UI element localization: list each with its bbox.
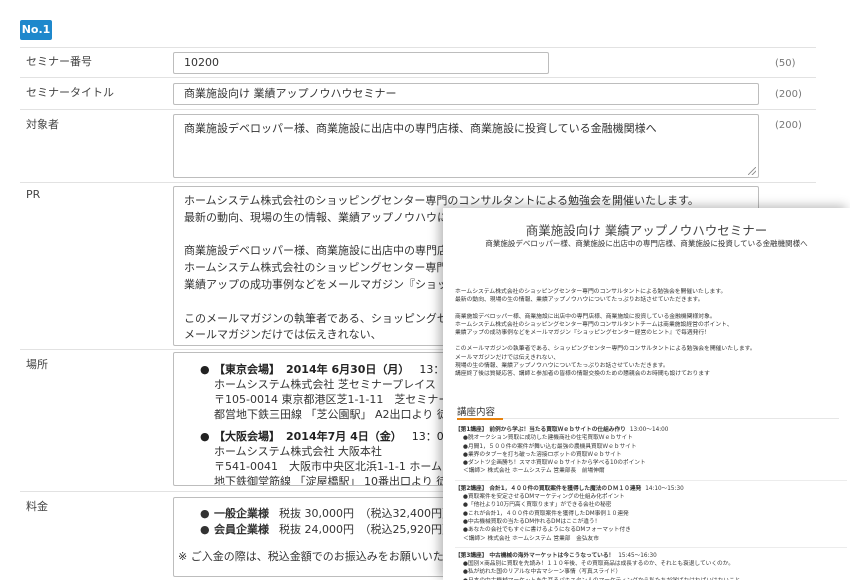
venue-date: 2014年 6月30日（月） <box>286 363 410 376</box>
lecture-bullet: ●これが合計1，４００件の買取案件を獲得したDM事例１０連発 <box>463 510 629 517</box>
pr-label: PR <box>26 188 41 201</box>
preview-section-title: 講座内容 <box>457 407 496 418</box>
lecture-block: 【第2講座】 合計1，４００件の買取案件を獲得した魔法のＤＭ１０連発 14:10～… <box>455 485 847 543</box>
bullet-icon: ● <box>200 507 210 520</box>
lecture-bullet: ●ダントツ企画勝ち！スマホ買取Ｗｅｂサイトから学べる10のポイント <box>463 460 646 467</box>
audience-text: 商業施設デベロッパー様、商業施設に出店中の専門店様、商業施設に投資している金融機… <box>184 122 657 135</box>
lecture-block: 【第3講座】 中古機械の海外マーケットは今こうなっている！ 15:45～16:30… <box>455 552 847 580</box>
lecture-bullet: ＜講師＞ 株式会社 ホームシステム 営業部 金弘友市 <box>463 535 599 542</box>
lecture-bullet: ●月間1，５００件の案件が舞い込む最強の農機具買取Ｗｅｂサイト <box>463 443 637 450</box>
section-divider <box>457 418 839 419</box>
fee-category: 会員企業様 <box>214 523 269 536</box>
lecture-bullet: ●国別×商品別に買取を先読み！１１０年後、その買取商品は成長するのか、それとも衰… <box>463 561 734 568</box>
lecture-time: 14:10～15:30 <box>645 485 684 492</box>
section-underline <box>457 418 503 420</box>
row-divider <box>20 77 816 78</box>
row-divider <box>20 47 816 48</box>
lecture-title: 【第2講座】 合計1，４００件の買取案件を獲得した魔法のＤＭ１０連発 <box>455 485 642 492</box>
lecture-time: 13:00～14:00 <box>629 427 669 433</box>
lecture-bullet: ●「他社より10万円高く買取ります」ができる会社の秘密 <box>463 502 612 509</box>
preview-lecture-list: 【第1講座】 前例から学ぶ！当たる買取Ｗｅｂサイトの仕組み作り 13:00～14:… <box>455 426 847 580</box>
venue-name: 【東京会場】 <box>214 363 280 376</box>
venue-date: 2014年7月 4日（金） <box>286 430 402 443</box>
preview-body-line <box>455 337 847 345</box>
audience-textarea[interactable]: 商業施設デベロッパー様、商業施設に出店中の専門店様、商業施設に投資している金融機… <box>173 114 759 178</box>
lecture-bullet: ●業界のタブーを打ち破った溶接ロボットの買取Ｗｅｂサイト <box>463 451 622 458</box>
lecture-bullet: ●中古機械買取の当たるDM作れるDMはここが違う！ <box>463 518 601 525</box>
venue-label: 場所 <box>26 358 48 371</box>
resize-grip-icon[interactable] <box>748 167 756 175</box>
lecture-bullet: ●買取案件を安定させるDMマーケティングの仕組み化ポイント <box>463 494 625 501</box>
preview-body-line: 現場の生の情報、業績アップノウハウについてたっぷりお話させていただきます。 <box>455 362 669 369</box>
lecture-title: 【第1講座】 前例から学ぶ！当たる買取Ｗｅｂサイトの仕組み作り <box>455 427 626 433</box>
lecture-divider <box>455 546 847 548</box>
lecture-heading: 【第2講座】 合計1，４００件の買取案件を獲得した魔法のＤＭ１０連発 14:10～… <box>455 485 847 493</box>
lecture-bullet: ●あなたの会社でもすぐに書けるようになるDMフォーマット付き <box>463 527 631 534</box>
venue-name: 【大阪会場】 <box>214 430 280 443</box>
record-number-badge: No.1 <box>20 20 52 40</box>
audience-limit: (200) <box>775 120 802 131</box>
fee-category: 一般企業様 <box>214 507 269 520</box>
preview-body-line: 最新の動向、現場の生の情報、業績アップノウハウについてたっぷりお話させていただき… <box>455 297 704 304</box>
preview-body-line: ホームシステム株式会社のショッピングセンター専門のコンサルタントチームは商業施設… <box>455 321 733 328</box>
bullet-icon: ● <box>200 430 210 443</box>
preview-subtitle: 商業施設デベロッパー様、商業施設に出店中の専門店様、商業施設に投資している金融機… <box>485 239 808 248</box>
preview-body: ホームシステム株式会社のショッピングセンター専門のコンサルタントによる勉強会を開… <box>455 288 847 378</box>
lecture-title: 【第3講座】 中古機械の海外マーケットは今こうなっている！ <box>455 552 615 559</box>
preview-title: 商業施設向け 業績アップノウハウセミナー <box>525 223 768 238</box>
lecture-bullet: ●私が訪れた国のリアルな中古マシーン事情（写真スライド） <box>463 569 622 576</box>
lecture-block: 【第1講座】 前例から学ぶ！当たる買取Ｗｅｂサイトの仕組み作り 13:00～14:… <box>455 426 847 476</box>
preview-body-line <box>455 304 847 312</box>
preview-body-line: このメールマガジンの執筆者である、ショッピングセンター専門のコンサルタントによる… <box>455 346 756 353</box>
seminar-title-label: セミナータイトル <box>26 86 114 99</box>
lecture-heading: 【第1講座】 前例から学ぶ！当たる買取Ｗｅｂサイトの仕組み作り 13:00～14:… <box>455 426 847 434</box>
row-divider <box>20 109 816 110</box>
row-divider <box>20 182 816 183</box>
lecture-time: 15:45～16:30 <box>618 552 657 559</box>
seminar-title-limit: (200) <box>775 89 802 100</box>
fee-label: 料金 <box>26 500 48 513</box>
bullet-icon: ● <box>200 523 210 536</box>
seminar-number-input[interactable]: 10200 <box>173 52 549 74</box>
lecture-divider <box>455 479 847 481</box>
lecture-bullet: ●脱オークション買取に成功した建機商社の住宅買取Ｗｅｂサイト <box>463 435 633 442</box>
lecture-bullet: ＜講師＞ 株式会社 ホームシステム 営業部長 前場伸爾 <box>463 468 605 475</box>
seminar-preview-panel: 商業施設向け 業績アップノウハウセミナー 商業施設デベロッパー様、商業施設に出店… <box>443 208 850 580</box>
preview-body-line: メールマガジンだけでは伝えきれない、 <box>455 354 560 361</box>
seminar-number-label: セミナー番号 <box>26 55 92 68</box>
preview-body-line: 商業施設デベロッパー様、商業施設に出店中の専門店様、商業施設に投資している金融機… <box>455 313 716 320</box>
seminar-number-limit: (50) <box>775 58 796 69</box>
preview-body-line: 業績アップの成功事例などをメールマガジン『ショッピングセンター経営のヒント』で毎… <box>455 330 711 336</box>
seminar-title-input[interactable]: 商業施設向け 業績アップノウハウセミナー <box>173 83 759 105</box>
preview-body-line: ホームシステム株式会社のショッピングセンター専門のコンサルタントによる勉強会を開… <box>455 289 727 295</box>
audience-label: 対象者 <box>26 118 59 131</box>
bullet-icon: ● <box>200 363 210 376</box>
preview-body-line: 講座終了後は質疑応答、講師と参加者の皆様の情報交換のための懇親会のお時間も設けて… <box>455 371 710 377</box>
lecture-heading: 【第3講座】 中古機械の海外マーケットは今こうなっている！ 15:45～16:30 <box>455 552 847 560</box>
